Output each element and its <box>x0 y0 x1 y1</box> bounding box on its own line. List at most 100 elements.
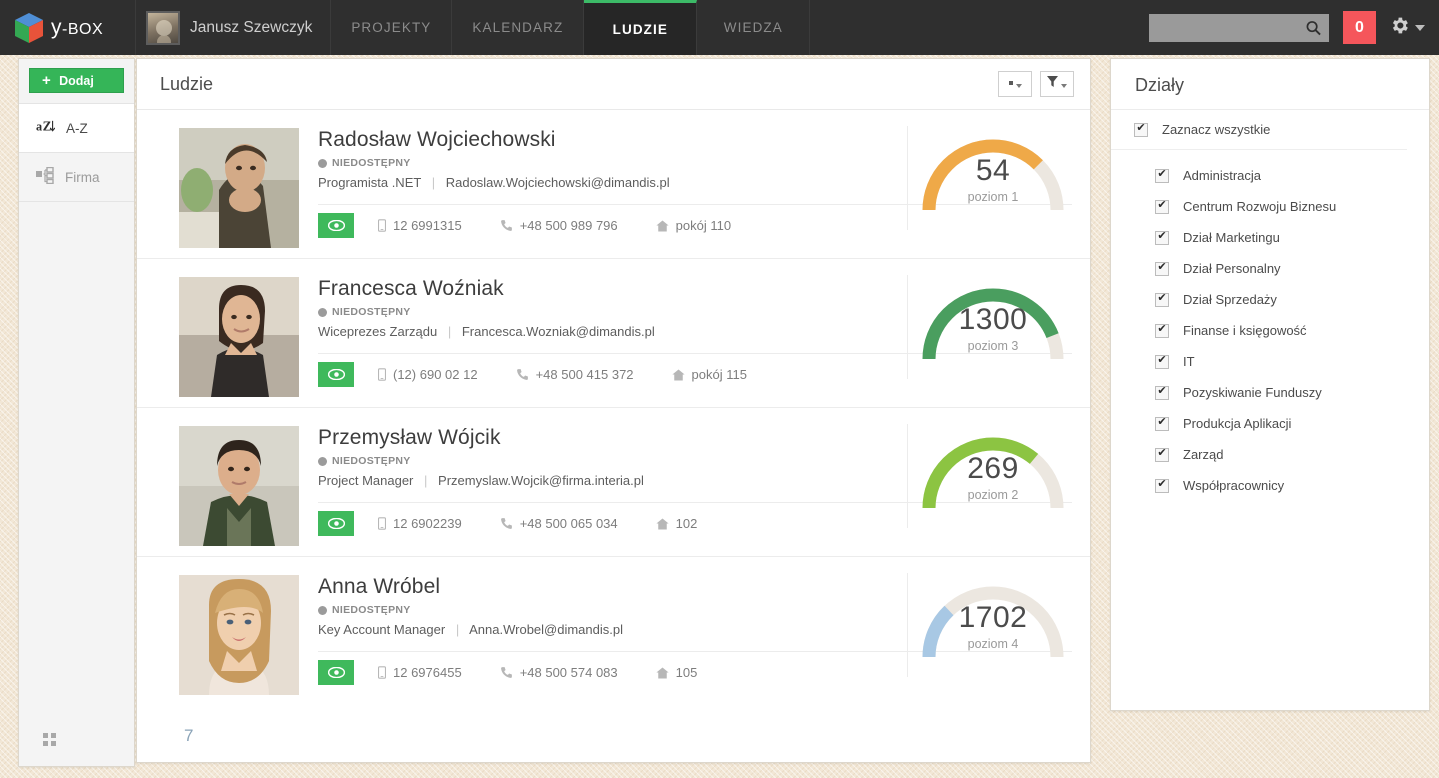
mobile-phone-icon <box>378 666 386 679</box>
chevron-down-icon <box>1415 24 1425 31</box>
brand-name: y-BOX <box>51 16 103 40</box>
contact-mobile[interactable]: 12 6976455 <box>378 665 462 680</box>
view-person-button[interactable] <box>318 213 354 238</box>
view-options-button[interactable] <box>998 71 1032 97</box>
department-item-dzial-marketingu[interactable]: Dział Marketingu <box>1111 222 1429 253</box>
phone-number: +48 500 415 372 <box>535 367 634 382</box>
department-item-administracja[interactable]: Administracja <box>1111 160 1429 191</box>
contact-mobile[interactable]: (12) 690 02 12 <box>378 367 478 382</box>
department-item-centrum-rozwoju-biznesu[interactable]: Centrum Rozwoju Biznesu <box>1111 191 1429 222</box>
select-all-row[interactable]: Zaznacz wszystkie <box>1111 110 1407 150</box>
notification-badge[interactable]: 0 <box>1343 11 1376 44</box>
phone-handset-icon <box>516 369 528 380</box>
contact-room: 105 <box>656 665 698 680</box>
department-checkbox[interactable] <box>1155 447 1169 462</box>
mobile-number: 12 6991315 <box>393 218 462 233</box>
gauge-level: poziom 4 <box>967 637 1019 651</box>
department-item-wspolpracownicy[interactable]: Współpracownicy <box>1111 470 1429 501</box>
nav-item-projekty[interactable]: PROJEKTY <box>331 0 453 55</box>
contact-phone[interactable]: +48 500 415 372 <box>516 367 634 382</box>
department-checkbox[interactable] <box>1155 292 1169 307</box>
view-person-button[interactable] <box>318 511 354 536</box>
department-checkbox[interactable] <box>1155 354 1169 369</box>
department-item-dzial-personalny[interactable]: Dział Personalny <box>1111 253 1429 284</box>
sidebar-item-firma[interactable]: Firma <box>19 152 134 201</box>
person-card[interactable]: Przemysław Wójcik NIEDOSTĘPNY Project Ma… <box>137 407 1090 556</box>
chevron-down-icon <box>1061 84 1067 88</box>
person-card[interactable]: Radosław Wojciechowski NIEDOSTĘPNY Progr… <box>137 110 1090 258</box>
department-checkbox[interactable] <box>1155 261 1169 276</box>
contact-mobile[interactable]: 12 6902239 <box>378 516 462 531</box>
person-email[interactable]: Francesca.Wozniak@dimandis.pl <box>462 324 655 339</box>
room-label: 105 <box>675 665 698 680</box>
grid-dots-icon[interactable] <box>43 733 56 746</box>
department-label: Administracja <box>1183 168 1262 183</box>
status-dot-icon <box>318 158 327 168</box>
avatar <box>146 10 180 45</box>
nav-item-ludzie[interactable]: LUDZIE <box>584 0 698 55</box>
search-input[interactable] <box>1149 13 1329 42</box>
room-label: pokój 115 <box>691 367 747 382</box>
department-item-finanse-i-ksiegowosc[interactable]: Finanse i księgowość <box>1111 315 1429 346</box>
department-checkbox[interactable] <box>1155 478 1169 493</box>
nav-item-kalendarz[interactable]: KALENDARZ <box>452 0 585 55</box>
people-list[interactable]: Radosław Wojciechowski NIEDOSTĘPNY Progr… <box>137 110 1090 762</box>
gauge-value: 1702 <box>958 601 1028 634</box>
department-checkbox[interactable] <box>1155 416 1169 431</box>
department-label: Pozyskiwanie Funduszy <box>1183 385 1322 400</box>
search-box <box>1149 13 1329 42</box>
person-email[interactable]: Anna.Wrobel@dimandis.pl <box>469 622 623 637</box>
view-options-icon <box>1008 81 1013 85</box>
department-item-it[interactable]: IT <box>1111 346 1429 377</box>
departments-list: Administracja Centrum Rozwoju Biznesu Dz… <box>1111 150 1429 501</box>
current-user-chip[interactable]: Janusz Szewczyk <box>135 0 332 55</box>
sidebar-bottom <box>19 733 134 766</box>
room-label: pokój 110 <box>675 218 732 233</box>
department-item-produkcja-aplikacji[interactable]: Produkcja Aplikacji <box>1111 408 1429 439</box>
sort-alpha-icon: a Z <box>36 118 56 138</box>
contact-phone[interactable]: +48 500 065 034 <box>500 516 618 531</box>
nav-item-wiedza[interactable]: WIEDZA <box>697 0 811 55</box>
sidebar-item-az[interactable]: a Z A-Z <box>19 103 134 152</box>
gauge-graphic: 54 poziom 1 <box>915 126 1071 218</box>
person-email[interactable]: Przemyslaw.Wojcik@firma.interia.pl <box>438 473 644 488</box>
meta-separator: | <box>455 622 460 637</box>
view-person-button[interactable] <box>318 362 354 387</box>
person-role: Wiceprezes Zarządu <box>318 324 438 339</box>
mobile-phone-icon <box>378 517 386 530</box>
person-photo <box>179 426 299 546</box>
main-nav: PROJEKTY KALENDARZ LUDZIE WIEDZA <box>331 0 811 55</box>
filter-button[interactable] <box>1040 71 1074 97</box>
meta-separator: | <box>424 473 428 488</box>
topbar-actions: 0 <box>1149 0 1439 55</box>
contact-mobile[interactable]: 12 6991315 <box>378 218 462 233</box>
department-label: Dział Personalny <box>1183 261 1281 276</box>
add-button[interactable]: + Dodaj <box>29 68 124 93</box>
select-all-checkbox[interactable] <box>1134 122 1148 137</box>
department-checkbox[interactable] <box>1155 199 1169 214</box>
contact-phone[interactable]: +48 500 574 083 <box>500 665 618 680</box>
page-title: Ludzie <box>160 73 214 94</box>
view-person-button[interactable] <box>318 660 354 685</box>
department-checkbox[interactable] <box>1155 323 1169 338</box>
department-item-dzial-sprzedazy[interactable]: Dział Sprzedaży <box>1111 284 1429 315</box>
department-checkbox[interactable] <box>1155 385 1169 400</box>
settings-menu[interactable] <box>1389 15 1425 41</box>
sidebar-spacer <box>19 201 134 733</box>
person-card[interactable]: Francesca Woźniak NIEDOSTĘPNY Wiceprezes… <box>137 258 1090 407</box>
person-photo <box>179 128 299 248</box>
department-label: Produkcja Aplikacji <box>1183 416 1292 431</box>
person-email[interactable]: Radoslaw.Wojciechowski@dimandis.pl <box>446 175 670 190</box>
contact-phone[interactable]: +48 500 989 796 <box>500 218 618 233</box>
department-checkbox[interactable] <box>1155 168 1169 183</box>
sidebar-item-label-firma: Firma <box>65 169 100 185</box>
brand-logo[interactable]: y-BOX <box>0 0 135 55</box>
page-number[interactable]: 7 <box>184 726 193 746</box>
department-item-pozyskiwanie-funduszy[interactable]: Pozyskiwanie Funduszy <box>1111 377 1429 408</box>
person-card[interactable]: Anna Wróbel NIEDOSTĘPNY Key Account Mana… <box>137 556 1090 705</box>
department-checkbox[interactable] <box>1155 230 1169 245</box>
department-item-zarzad[interactable]: Zarząd <box>1111 439 1429 470</box>
svg-text:a: a <box>36 119 42 133</box>
phone-number: +48 500 574 083 <box>519 665 618 680</box>
score-gauge: 1300 poziom 3 <box>907 275 1072 379</box>
